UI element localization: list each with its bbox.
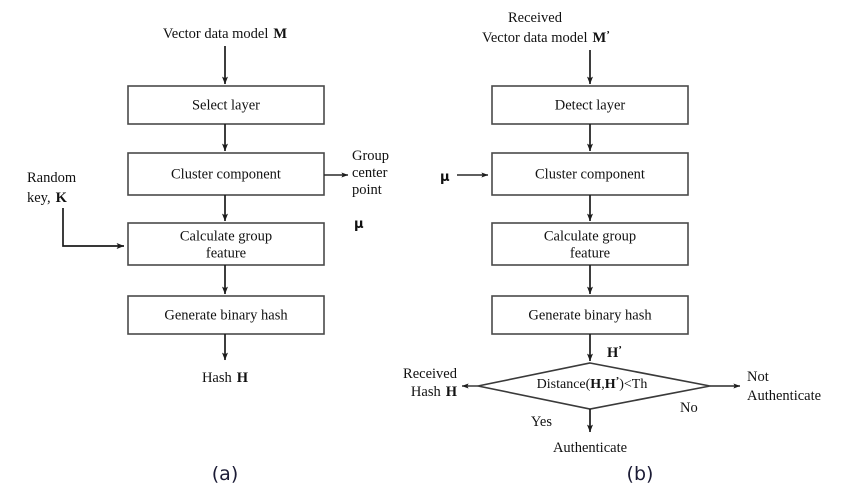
label-received-hash-line2: Hash H — [411, 384, 458, 400]
box-select-layer-label: Select layer — [192, 97, 260, 113]
label-mu-symbol-b: μ — [440, 170, 450, 185]
label-mu-symbol-a: μ — [354, 217, 364, 232]
box-cluster-component-b-label: Cluster component — [535, 166, 645, 182]
label-authenticate: Authenticate — [553, 440, 627, 456]
flowchart-figure: Vector data model M Select layer Cluster … — [0, 0, 857, 500]
box-generate-binary-hash-a-label: Generate binary hash — [164, 307, 288, 323]
label-random-key-line2: key, K — [27, 190, 68, 206]
box-calculate-group-feature-b-line1: Calculate group — [544, 228, 636, 244]
label-branch-no: No — [680, 400, 698, 416]
label-group-center-line2: center — [352, 165, 388, 181]
caption-b: (b) — [627, 463, 654, 485]
label-group-center-line3: point — [352, 182, 382, 198]
label-branch-yes: Yes — [531, 414, 552, 430]
label-not-authenticate-line1: Not — [747, 369, 769, 385]
caption-a: (a) — [212, 463, 238, 485]
label-group-center-line1: Group — [352, 148, 389, 164]
label-hash-output-a: Hash H — [202, 370, 249, 386]
label-random-key-line1: Random — [27, 170, 77, 186]
box-calculate-group-feature-a-line1: Calculate group — [180, 228, 272, 244]
diagram-b-input-line1: Received — [508, 10, 563, 26]
box-detect-layer-label: Detect layer — [555, 97, 626, 113]
decision-diamond-label: Distance(H,H’)<Th — [537, 375, 648, 393]
box-calculate-group-feature-a-line2: feature — [206, 245, 246, 261]
box-cluster-component-a-label: Cluster component — [171, 166, 281, 182]
box-generate-binary-hash-b-label: Generate binary hash — [528, 307, 652, 323]
box-calculate-group-feature-b-line2: feature — [570, 245, 610, 261]
label-received-hash-line1: Received — [403, 366, 458, 382]
label-not-authenticate-line2: Authenticate — [747, 388, 821, 404]
